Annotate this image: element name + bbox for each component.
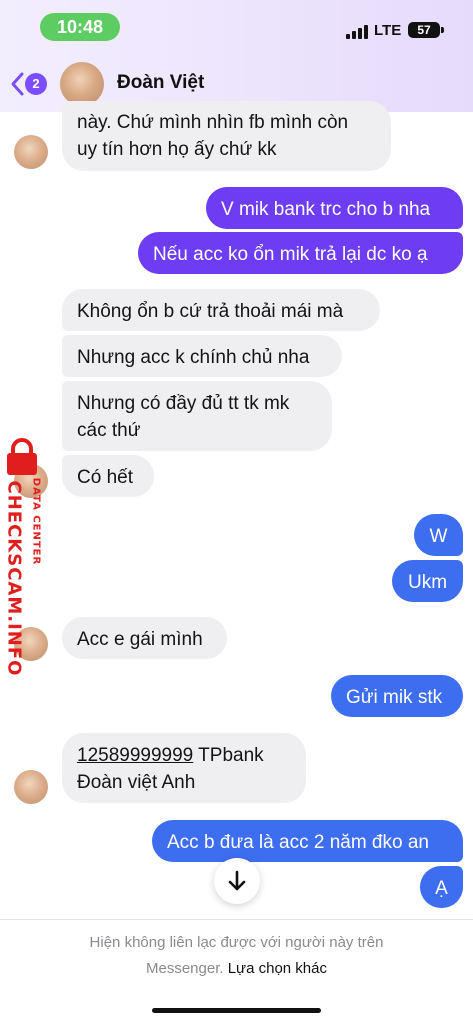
message-incoming[interactable]: Acc e gái mình xyxy=(62,617,227,659)
signal-icon xyxy=(346,25,370,39)
arrow-down-icon xyxy=(228,870,246,891)
message-incoming[interactable]: Không ổn b cứ trả thoải mái mà xyxy=(62,289,380,331)
watermark-title: CHECKSCAM.INFO xyxy=(3,480,25,677)
message-outgoing[interactable]: Gửi mik stk xyxy=(331,675,463,717)
account-number-link[interactable]: 12589999999 xyxy=(77,745,193,766)
message-outgoing[interactable]: W xyxy=(414,514,463,556)
message-outgoing[interactable]: Ạ xyxy=(420,866,463,908)
unread-badge: 2 xyxy=(25,73,47,95)
message-incoming[interactable]: này. Chứ mình nhìn fb mình còn uy tín hơ… xyxy=(62,101,391,171)
battery-icon: 57 xyxy=(408,22,440,38)
scroll-down-button[interactable] xyxy=(214,858,260,904)
back-button[interactable]: 2 xyxy=(8,70,48,98)
network-label: LTE xyxy=(374,22,402,39)
home-indicator[interactable] xyxy=(152,1008,321,1013)
status-time: 10:48 xyxy=(40,13,120,41)
sender-avatar[interactable] xyxy=(14,770,48,804)
contact-avatar[interactable] xyxy=(60,62,104,106)
message-outgoing[interactable]: Ukm xyxy=(392,560,463,602)
message-outgoing[interactable]: Acc b đưa là acc 2 năm đko an xyxy=(152,820,463,862)
contact-name[interactable]: Đoàn Việt xyxy=(117,72,204,94)
watermark-subtitle: DATA CENTER xyxy=(30,477,42,566)
message-incoming[interactable]: Nhưng acc k chính chủ nha xyxy=(62,335,342,377)
unavailable-notice: Hiện không liên lạc được với người này t… xyxy=(30,930,443,982)
message-outgoing[interactable]: V mik bank trc cho b nha xyxy=(206,187,463,229)
message-outgoing[interactable]: Nếu acc ko ổn mik trả lại dc ko ạ xyxy=(138,232,463,274)
message-incoming[interactable]: 12589999999 TPbank Đoàn việt Anh xyxy=(62,733,306,803)
message-incoming[interactable]: Có hết xyxy=(62,455,154,497)
other-options-link[interactable]: Lựa chọn khác xyxy=(228,960,327,977)
footer-divider xyxy=(0,919,473,920)
message-incoming[interactable]: Nhưng có đầy đủ tt tk mk các thứ xyxy=(62,381,332,451)
sender-avatar[interactable] xyxy=(14,135,48,169)
battery-tip xyxy=(441,27,444,33)
